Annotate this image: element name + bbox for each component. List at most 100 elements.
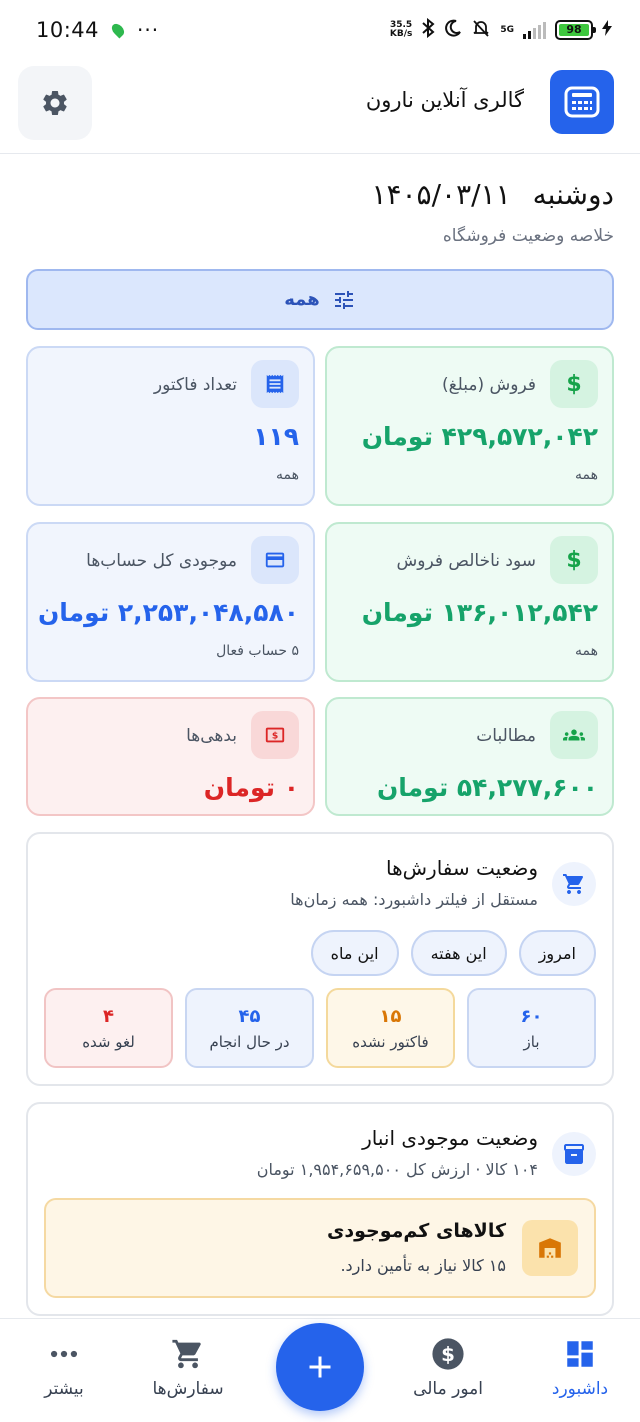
debts-card[interactable]: $ بدهی‌ها ۰ تومان <box>26 697 315 816</box>
order-status-tiles: ۶۰ باز ۱۵ فاکتور نشده ۴۵ در حال انجام ۴ … <box>44 988 596 1068</box>
notification-more-icon: ··· <box>137 18 160 42</box>
money-circle-icon: $ <box>432 1338 464 1370</box>
status-bar-right: 35.5 KB/s 5G 98 <box>389 17 612 43</box>
dollar-icon: $ <box>550 360 598 408</box>
date-value: ۱۴۰۵/۰۳/۱۱ <box>371 178 511 211</box>
gross-profit-value: ۱۳۶,۰۱۲,۵۴۲ تومان <box>361 598 598 627</box>
tile-in-progress-count: ۴۵ <box>238 1005 261 1027</box>
sales-card[interactable]: $ فروش (مبلغ) ۴۲۹,۵۷۲,۰۴۲ تومان همه <box>325 346 614 506</box>
filter-button[interactable]: همه <box>26 269 614 330</box>
gear-icon <box>43 91 67 115</box>
tune-icon <box>334 290 353 309</box>
receivables-label: مطالبات <box>476 726 536 746</box>
filter-label: همه <box>284 289 320 310</box>
gross-profit-note: همه <box>575 643 598 659</box>
app-header: گالری آنلاین نارون <box>0 60 640 154</box>
nav-orders[interactable]: سفارش‌ها <box>128 1337 248 1399</box>
status-bar-left: 10:44 ··· <box>36 18 159 42</box>
nav-finance[interactable]: $ امور مالی <box>388 1337 508 1399</box>
plus-icon <box>309 1356 331 1378</box>
dashboard-icon <box>567 1341 593 1367</box>
chip-this-week[interactable]: این هفته <box>410 930 507 976</box>
inventory-title: وضعیت موجودی انبار <box>362 1126 538 1150</box>
tile-open[interactable]: ۶۰ باز <box>467 988 596 1068</box>
archive-icon <box>552 1132 596 1176</box>
cart-icon <box>172 1339 201 1369</box>
tile-cancelled[interactable]: ۴ لغو شده <box>44 988 173 1068</box>
battery-icon: 98 <box>555 20 596 40</box>
gross-profit-card[interactable]: $ سود ناخالص فروش ۱۳۶,۰۱۲,۵۴۲ تومان همه <box>325 522 614 682</box>
low-stock-title: کالاهای کم‌موجودی <box>326 1220 506 1242</box>
cart-icon <box>552 862 596 906</box>
network-speed: 35.5 KB/s <box>389 20 413 39</box>
invoice-count-label: تعداد فاکتور <box>153 375 237 395</box>
low-stock-alert[interactable]: کالاهای کم‌موجودی ۱۵ کالا نیاز به تأمین … <box>44 1198 596 1298</box>
debts-label: بدهی‌ها <box>186 726 237 746</box>
invoice-count-note: همه <box>276 467 299 483</box>
moon-icon <box>444 19 462 42</box>
tile-in-progress[interactable]: ۴۵ در حال انجام <box>185 988 314 1068</box>
accounts-balance-value: ۲,۲۵۳,۰۴۸,۵۸۰ تومان <box>37 598 299 627</box>
accounts-balance-card[interactable]: موجودی کل حساب‌ها ۲,۲۵۳,۰۴۸,۵۸۰ تومان ۵ … <box>26 522 315 682</box>
nav-orders-label: سفارش‌ها <box>152 1379 224 1399</box>
inventory-subtitle: ۱۰۴ کالا · ارزش کل ۱,۹۵۴,۶۵۹,۵۰۰ تومان <box>256 1160 538 1179</box>
sales-value: ۴۲۹,۵۷۲,۰۴۲ تومان <box>361 422 598 451</box>
battery-level: 98 <box>559 24 589 36</box>
sales-note: همه <box>575 467 598 483</box>
group-icon <box>550 711 598 759</box>
nav-dashboard-label: داشبورد <box>551 1379 609 1399</box>
svg-text:$: $ <box>441 1343 455 1366</box>
nav-more-label: بیشتر <box>44 1379 84 1399</box>
sales-label: فروش (مبلغ) <box>441 375 536 395</box>
status-bar: 10:44 ··· 35.5 KB/s 5G 98 <box>0 0 640 60</box>
nav-more[interactable]: بیشتر <box>14 1337 114 1399</box>
svg-text:$: $ <box>272 731 278 742</box>
location-icon <box>109 21 127 39</box>
invoice-count-value: ۱۱۹ <box>253 422 299 451</box>
page-subtitle: خلاصه وضعیت فروشگاه <box>442 226 614 246</box>
accounts-balance-label: موجودی کل حساب‌ها <box>86 551 237 571</box>
nav-finance-label: امور مالی <box>413 1379 483 1399</box>
bluetooth-icon <box>421 17 435 43</box>
bottom-navigation: داشبورد $ امور مالی سفارش‌ها بیشتر <box>0 1318 640 1422</box>
invoice-count-card[interactable]: تعداد فاکتور ۱۱۹ همه <box>26 346 315 506</box>
weekday: دوشنبه <box>532 178 614 211</box>
tile-not-invoiced[interactable]: ۱۵ فاکتور نشده <box>326 988 455 1068</box>
add-button[interactable] <box>276 1323 364 1411</box>
low-stock-text: ۱۵ کالا نیاز به تأمین دارد. <box>340 1256 506 1275</box>
dollar-icon: $ <box>550 536 598 584</box>
warehouse-icon <box>522 1220 578 1276</box>
inventory-status-panel: وضعیت موجودی انبار ۱۰۴ کالا · ارزش کل ۱,… <box>26 1102 614 1316</box>
tile-cancelled-count: ۴ <box>103 1005 114 1027</box>
network-type: 5G <box>500 24 514 35</box>
signal-icon <box>523 21 546 39</box>
charging-icon <box>602 20 612 40</box>
chip-today[interactable]: امروز <box>518 930 596 976</box>
tile-not-invoiced-count: ۱۵ <box>379 1005 402 1027</box>
settings-button[interactable] <box>18 66 92 140</box>
tile-not-invoiced-label: فاکتور نشده <box>352 1032 429 1051</box>
orders-title: وضعیت سفارش‌ها <box>385 856 538 880</box>
chip-this-month[interactable]: این ماه <box>310 930 399 976</box>
cash-register-icon <box>564 86 600 118</box>
tile-open-count: ۶۰ <box>520 1005 543 1027</box>
money-bill-icon: $ <box>251 711 299 759</box>
accounts-balance-note: ۵ حساب فعال <box>216 643 299 659</box>
date-line: دوشنبه ۱۴۰۵/۰۳/۱۱ <box>371 178 614 211</box>
nav-dashboard[interactable]: داشبورد <box>520 1337 640 1399</box>
tile-in-progress-label: در حال انجام <box>209 1032 290 1051</box>
receivables-card[interactable]: مطالبات ۵۴,۲۷۷,۶۰۰ تومان <box>325 697 614 816</box>
gross-profit-label: سود ناخالص فروش <box>396 551 536 571</box>
orders-subtitle: مستقل از فیلتر داشبورد: همه زمان‌ها <box>290 890 538 909</box>
time-range-chips: امروز این هفته این ماه <box>310 930 596 976</box>
more-horizontal-icon <box>50 1350 78 1358</box>
tile-open-label: باز <box>523 1032 540 1051</box>
bell-off-icon <box>471 18 491 43</box>
receivables-value: ۵۴,۲۷۷,۶۰۰ تومان <box>376 773 598 802</box>
app-title: گالری آنلاین نارون <box>365 88 524 112</box>
clock: 10:44 <box>36 18 100 42</box>
receipt-icon <box>251 360 299 408</box>
app-logo <box>550 70 614 134</box>
credit-card-icon <box>251 536 299 584</box>
debts-value: ۰ تومان <box>203 773 299 802</box>
